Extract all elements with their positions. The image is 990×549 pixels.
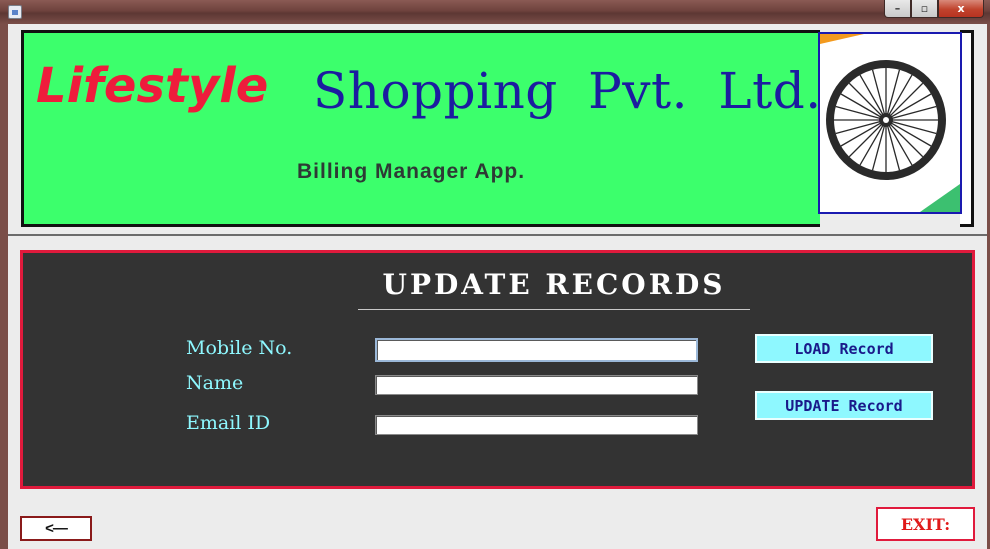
mobile-input[interactable]	[375, 338, 698, 362]
minimize-button[interactable]: –	[884, 0, 911, 18]
name-label: Name	[186, 372, 244, 394]
java-app-icon	[8, 5, 22, 19]
name-input[interactable]	[375, 375, 698, 395]
logo-panel	[818, 32, 962, 214]
exit-button[interactable]: EXIT:	[876, 507, 975, 541]
email-label: Email ID	[186, 412, 271, 434]
brand-name-company: Shopping Pvt. Ltd.	[313, 62, 822, 120]
window-controls: – ▫ x	[884, 0, 984, 18]
ashoka-chakra-icon	[820, 34, 960, 212]
window-title-bar[interactable]: – ▫ x	[0, 0, 990, 24]
brand-name-lifestyle: Lifestyle	[36, 58, 269, 114]
load-record-button[interactable]: LOAD Record	[755, 334, 933, 363]
close-button[interactable]: x	[938, 0, 984, 18]
update-record-button[interactable]: UPDATE Record	[755, 391, 933, 420]
app-subtitle: Billing Manager App.	[297, 160, 526, 183]
maximize-button[interactable]: ▫	[911, 0, 938, 18]
mobile-label: Mobile No.	[186, 337, 293, 359]
email-input[interactable]	[375, 415, 698, 435]
header-frame-right	[960, 30, 974, 227]
back-button[interactable]: <—	[20, 516, 92, 541]
panel-title: UPDATE RECORDS	[358, 266, 750, 310]
window-frame-left	[0, 24, 8, 549]
